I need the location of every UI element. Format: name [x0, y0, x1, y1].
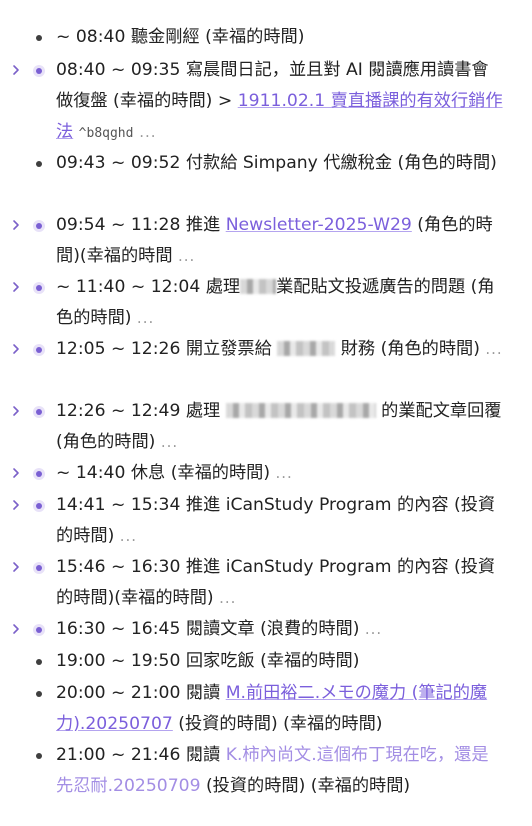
chevron-right-icon[interactable] [10, 405, 22, 417]
list-item-text: 09:43 ~ 09:52 付款給 Simpany 代繳稅金 (角色的時間) [56, 148, 504, 179]
collapsed-ellipsis[interactable]: ... [137, 309, 154, 327]
text-segment: (投資的時間) (幸福的時間) [172, 714, 383, 734]
text-segment: 16:30 ~ 16:45 閱讀文章 (浪費的時間) [56, 619, 365, 639]
text-segment: 21:00 ~ 21:46 閱讀 [56, 745, 226, 765]
chevron-right-icon[interactable] [10, 561, 22, 573]
text-segment: ~ 08:40 聽金剛經 (幸福的時間) [56, 27, 305, 47]
text-segment: 19:00 ~ 19:50 回家吃飯 (幸福的時間) [56, 651, 360, 671]
text-segment: 12:26 ~ 12:49 處理 [56, 401, 226, 421]
bullet-icon[interactable] [33, 688, 45, 700]
bullet-icon[interactable] [33, 500, 45, 512]
collapsed-ellipsis[interactable]: ... [219, 589, 236, 607]
bullet-icon[interactable] [33, 750, 45, 762]
collapsed-ellipsis[interactable]: ... [133, 123, 156, 141]
list-item-text: ~ 11:40 ~ 12:04 處理 業配貼文投遞廣告的問題 (角色的時間) ..… [56, 272, 504, 334]
collapsed-ellipsis[interactable]: ... [365, 620, 382, 638]
chevron-right-icon[interactable] [10, 467, 22, 479]
text-segment: ~ 11:40 ~ 12:04 處理 [56, 277, 241, 297]
chevron-right-icon[interactable] [10, 281, 22, 293]
bullet-icon[interactable] [33, 65, 45, 77]
list-item-text: 20:00 ~ 21:00 閱讀 M.前田裕二.メモの魔力 (筆記的魔力).20… [56, 678, 504, 740]
text-segment: 09:43 ~ 09:52 付款給 Simpany 代繳稅金 (角色的時間) [56, 153, 497, 173]
note-link[interactable]: Newsletter-2025-W29 [226, 215, 412, 235]
redacted-text [240, 279, 277, 294]
list-item-text: 15:46 ~ 16:30 推進 iCanStudy Program 的內容 (… [56, 552, 504, 614]
list-item-text: 14:41 ~ 15:34 推進 iCanStudy Program 的內容 (… [56, 490, 504, 552]
bullet-icon[interactable] [33, 344, 45, 356]
list-item-text: 21:00 ~ 21:46 閱讀 K.柿內尚文.這個布丁現在吃，還是先忍耐.20… [56, 740, 504, 802]
text-segment: ~ 14:40 休息 (幸福的時間) [56, 463, 276, 483]
bullet-icon[interactable] [33, 282, 45, 294]
collapsed-ellipsis[interactable]: ... [161, 433, 178, 451]
bullet-icon[interactable] [33, 32, 45, 44]
chevron-right-icon[interactable] [10, 64, 22, 76]
bullet-icon[interactable] [33, 656, 45, 668]
text-segment: (投資的時間) (幸福的時間) [200, 776, 411, 796]
collapsed-ellipsis[interactable]: ... [276, 464, 293, 482]
bullet-icon[interactable] [33, 624, 45, 636]
list-item-text: 12:05 ~ 12:26 開立發票給 財務 (角色的時間) ... [56, 334, 504, 365]
bullet-icon[interactable] [33, 562, 45, 574]
list-item-text: 12:26 ~ 12:49 處理 的業配文章回覆 (角色的時間) ... [56, 396, 504, 458]
chevron-right-icon[interactable] [10, 623, 22, 635]
bullet-icon[interactable] [33, 406, 45, 418]
bullet-icon[interactable] [33, 158, 45, 170]
block-ref: ^b8qghd [78, 126, 134, 141]
bullet-icon[interactable] [33, 468, 45, 480]
chevron-right-icon[interactable] [10, 499, 22, 511]
bullet-icon[interactable] [33, 220, 45, 232]
list-item-text: 16:30 ~ 16:45 閱讀文章 (浪費的時間) ... [56, 614, 504, 645]
list-item-text: 08:40 ~ 09:35 寫晨間日記，並且對 AI 閱讀應用讀書會做復盤 (幸… [56, 55, 504, 149]
list-item-text: ~ 14:40 休息 (幸福的時間) ... [56, 458, 504, 489]
redacted-text [225, 403, 376, 418]
chevron-right-icon[interactable] [10, 219, 22, 231]
collapsed-ellipsis[interactable]: ... [120, 527, 137, 545]
text-segment: 12:05 ~ 12:26 開立發票給 [56, 339, 278, 359]
text-segment: 20:00 ~ 21:00 閱讀 [56, 683, 226, 703]
text-segment: 15:46 ~ 16:30 推進 iCanStudy Program 的內容 (… [56, 557, 496, 608]
chevron-right-icon[interactable] [10, 343, 22, 355]
text-segment: 09:54 ~ 11:28 推進 [56, 215, 226, 235]
redacted-text [277, 341, 336, 356]
list-item-text: 19:00 ~ 19:50 回家吃飯 (幸福的時間) [56, 646, 504, 677]
list-item-text: ~ 08:40 聽金剛經 (幸福的時間) [56, 22, 504, 53]
text-segment: 財務 (角色的時間) [335, 339, 486, 359]
list-item-text: 09:54 ~ 11:28 推進 Newsletter-2025-W29 (角色… [56, 210, 504, 272]
collapsed-ellipsis[interactable]: ... [485, 340, 502, 358]
collapsed-ellipsis[interactable]: ... [178, 247, 195, 265]
